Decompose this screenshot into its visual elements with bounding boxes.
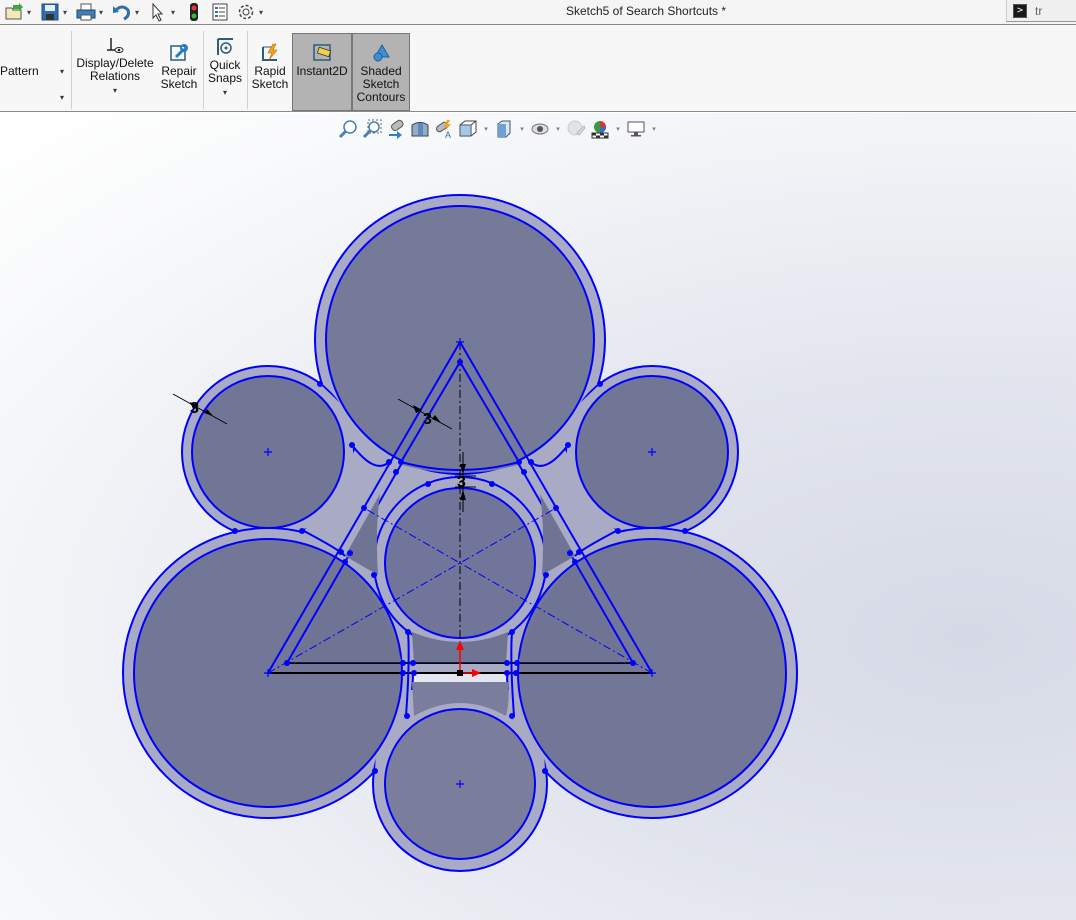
cursor-arrow-icon[interactable] bbox=[148, 2, 168, 22]
instant2d-icon bbox=[313, 44, 332, 61]
repair-sketch-button[interactable]: Repair Sketch bbox=[158, 43, 200, 91]
quick-snaps-dropdown[interactable]: ▾ bbox=[223, 88, 227, 97]
dimension-value[interactable]: 3 bbox=[190, 400, 199, 417]
options-dropdown[interactable]: ▾ bbox=[256, 2, 266, 22]
dimension-value[interactable]: 3 bbox=[457, 474, 466, 491]
pattern-secondary-dropdown[interactable]: ▾ bbox=[60, 93, 64, 102]
quick-access-toolbar: ▾ ▾ ▾ ▾ ▾ ▾ bbox=[4, 2, 266, 22]
graphics-area[interactable]: A ▾ ▾ ▾ ▾ ▾ 3 3 3 bbox=[0, 113, 1076, 920]
shaded-sketch-contours-button[interactable]: Shaded Sketch Contours bbox=[352, 33, 410, 111]
gear-icon[interactable] bbox=[236, 2, 256, 22]
open-dropdown[interactable]: ▾ bbox=[24, 2, 34, 22]
undo-icon[interactable] bbox=[112, 2, 132, 22]
print-dropdown[interactable]: ▾ bbox=[96, 2, 106, 22]
ribbon-separator bbox=[247, 31, 248, 109]
repair-sketch-icon bbox=[170, 44, 188, 61]
command-search-box[interactable]: > tr bbox=[1006, 0, 1076, 22]
search-input[interactable]: tr bbox=[1035, 4, 1042, 18]
file-properties-icon[interactable] bbox=[210, 2, 230, 22]
relations-eye-icon bbox=[107, 38, 124, 53]
traffic-light-icon[interactable] bbox=[184, 2, 204, 22]
rapid-sketch-button[interactable]: Rapid Sketch bbox=[251, 43, 289, 91]
display-delete-relations-button[interactable]: Display/Delete Relations ▾ bbox=[76, 37, 154, 97]
open-folder-icon[interactable] bbox=[4, 2, 24, 22]
ribbon-separator bbox=[71, 31, 72, 109]
print-icon[interactable] bbox=[76, 2, 96, 22]
display-delete-relations-dropdown[interactable]: ▾ bbox=[113, 86, 117, 95]
shaded-sketch-contours-icon bbox=[373, 44, 390, 62]
save-dropdown[interactable]: ▾ bbox=[60, 2, 70, 22]
pattern-button[interactable]: Pattern bbox=[0, 65, 60, 78]
pattern-label: Pattern bbox=[0, 64, 39, 78]
sketch-canvas[interactable]: 3 3 3 bbox=[0, 113, 1076, 920]
command-manager-ribbon: Pattern ▾ ▾ Display/Delete Relations ▾ R… bbox=[0, 24, 1076, 112]
quick-snaps-icon bbox=[217, 38, 233, 55]
dimension-value[interactable]: 3 bbox=[423, 411, 432, 428]
ribbon-separator bbox=[203, 31, 204, 109]
undo-dropdown[interactable]: ▾ bbox=[132, 2, 142, 22]
save-icon[interactable] bbox=[40, 2, 60, 22]
pattern-dropdown[interactable]: ▾ bbox=[60, 67, 64, 76]
instant2d-button[interactable]: Instant2D bbox=[292, 33, 352, 111]
select-dropdown[interactable]: ▾ bbox=[168, 2, 178, 22]
rapid-sketch-icon bbox=[262, 43, 278, 61]
command-prompt-icon: > bbox=[1013, 3, 1027, 18]
title-bar: ▾ ▾ ▾ ▾ ▾ ▾ Sketch5 of Search Shortcuts … bbox=[0, 0, 1076, 24]
quick-snaps-button[interactable]: Quick Snaps ▾ bbox=[206, 37, 244, 99]
